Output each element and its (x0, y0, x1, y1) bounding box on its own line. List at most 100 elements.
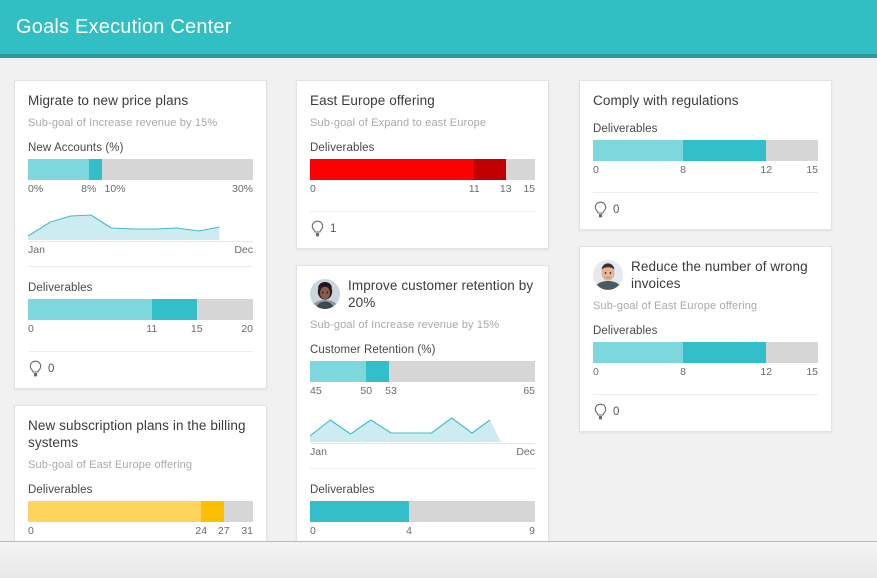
metric-block: Deliverables 0 11 13 15 (310, 142, 535, 200)
goal-card[interactable]: Reduce the number of wrong invoices Sub-g… (579, 245, 832, 432)
metric-block: Deliverables 0 8 12 15 (593, 325, 818, 383)
sparkline-chart: Jan Dec (28, 206, 253, 257)
board-column-2: East Europe offering Sub-goal of Expand t… (296, 80, 549, 578)
sparkline-chart: Jan Dec (310, 408, 535, 459)
axis-tick: 8 (680, 365, 686, 378)
progress-bar[interactable] (28, 500, 253, 522)
card-footer[interactable]: 0 (593, 191, 818, 219)
metric-label: Deliverables (28, 483, 93, 496)
page-title: Goals Execution Center (16, 16, 232, 38)
axis-tick: 0 (593, 365, 599, 378)
sparkline-axis: Jan Dec (28, 240, 253, 257)
sparkline-svg (28, 206, 253, 240)
axis-tick: 15 (190, 322, 203, 335)
axis-tick: 65 (523, 384, 535, 397)
footer-count: 0 (613, 203, 620, 216)
progress-segment-light (28, 500, 202, 522)
card-header: Migrate to new price plans (28, 93, 253, 110)
axis-tick: 0 (593, 163, 599, 176)
axis-tick: 12 (760, 163, 773, 176)
progress-segment-light (310, 360, 367, 382)
axis-tick: 8 (680, 163, 686, 176)
axis-tick: 27 (217, 524, 230, 537)
progress-axis: 0 8 12 15 (593, 164, 818, 181)
goal-card[interactable]: Comply with regulations Deliverables 0 8 12 1… (579, 80, 832, 230)
axis-tick: 15 (806, 365, 818, 378)
axis-tick: 20 (241, 322, 253, 335)
axis-tick: 53 (385, 384, 397, 397)
footer-count: 1 (330, 222, 337, 235)
goals-board: Migrate to new price plans Sub-goal of In… (0, 62, 877, 578)
goal-card[interactable]: Improve customer retention by 20% Sub-goa… (296, 264, 549, 578)
axis-tick: 8% (81, 182, 97, 195)
axis-tick: 50 (360, 384, 373, 397)
app-header: Goals Execution Center (0, 0, 877, 58)
progress-axis: 0 8 12 15 (593, 366, 818, 383)
card-header: Improve customer retention by 20% (310, 278, 535, 312)
board-column-1: Migrate to new price plans Sub-goal of In… (14, 80, 267, 578)
card-title: Migrate to new price plans (28, 93, 189, 108)
card-title: Comply with regulations (593, 93, 739, 108)
axis-tick: 45 (310, 384, 322, 397)
metric-label: Customer Retention (%) (310, 343, 436, 356)
card-title: Improve customer retention by 20% (348, 277, 534, 310)
metric-divider (310, 467, 535, 471)
axis-tick: 11 (468, 182, 480, 195)
lightbulb-icon[interactable] (28, 360, 43, 378)
board-column-3: Comply with regulations Deliverables 0 8 12 1… (579, 80, 832, 448)
axis-tick: 0 (28, 322, 34, 335)
progress-segment-light (593, 341, 683, 363)
progress-bar[interactable] (593, 139, 818, 161)
axis-tick: 30% (231, 182, 253, 195)
sparkline-end-label: Dec (234, 243, 253, 256)
card-footer[interactable]: 1 (310, 210, 535, 238)
axis-tick: 24 (195, 524, 208, 537)
progress-bar[interactable] (310, 500, 535, 522)
lightbulb-icon[interactable] (593, 403, 608, 421)
sparkline-end-label: Dec (516, 445, 535, 458)
axis-tick: 9 (529, 524, 535, 537)
card-header: East Europe offering (310, 93, 535, 110)
progress-segment-light (310, 158, 475, 180)
metric-block: Customer Retention (%) 45 50 53 65 (310, 344, 535, 402)
progress-segment-light (593, 139, 683, 161)
axis-tick: 0% (28, 182, 44, 195)
lightbulb-icon[interactable] (593, 201, 608, 219)
metric-label: Deliverables (593, 324, 658, 337)
card-title: East Europe offering (310, 93, 435, 108)
progress-segment-light (310, 500, 409, 522)
goal-card[interactable]: East Europe offering Sub-goal of Expand t… (296, 80, 549, 249)
card-header: Reduce the number of wrong invoices (593, 259, 818, 293)
footer-count: 0 (48, 362, 55, 375)
lightbulb-icon[interactable] (310, 220, 325, 238)
axis-tick: 12 (760, 365, 773, 378)
metric-block: Deliverables 0 4 9 (310, 484, 535, 542)
axis-tick: 11 (146, 322, 158, 335)
progress-bar[interactable] (28, 158, 253, 180)
card-subtitle: Sub-goal of Increase revenue by 15% (310, 318, 500, 331)
card-title: New subscription plans in the billing sy… (28, 417, 246, 450)
sparkline-svg (310, 408, 502, 442)
progress-bar[interactable] (28, 298, 253, 320)
axis-tick: 10% (104, 182, 126, 195)
axis-tick: 0 (310, 182, 316, 195)
metric-label: Deliverables (310, 141, 375, 154)
progress-bar[interactable] (310, 158, 535, 180)
metric-block: New Accounts (%) 0% 8% 10% 30% (28, 142, 253, 200)
progress-axis: 0 24 27 31 (28, 525, 253, 542)
progress-bar[interactable] (310, 360, 535, 382)
axis-tick: 15 (806, 163, 818, 176)
axis-tick: 0 (310, 524, 316, 537)
metric-label: Deliverables (28, 281, 93, 294)
avatar (593, 259, 623, 290)
avatar (310, 278, 340, 309)
metric-label: Deliverables (593, 122, 658, 135)
metric-block: Deliverables 0 11 15 20 (28, 282, 253, 340)
progress-axis: 45 50 53 65 (310, 385, 535, 402)
progress-axis: 0 11 15 20 (28, 323, 253, 340)
progress-segment-light (28, 158, 89, 180)
progress-bar[interactable] (593, 341, 818, 363)
card-footer[interactable]: 0 (593, 393, 818, 421)
card-footer[interactable]: 0 (28, 350, 253, 378)
goal-card[interactable]: Migrate to new price plans Sub-goal of In… (14, 80, 267, 389)
